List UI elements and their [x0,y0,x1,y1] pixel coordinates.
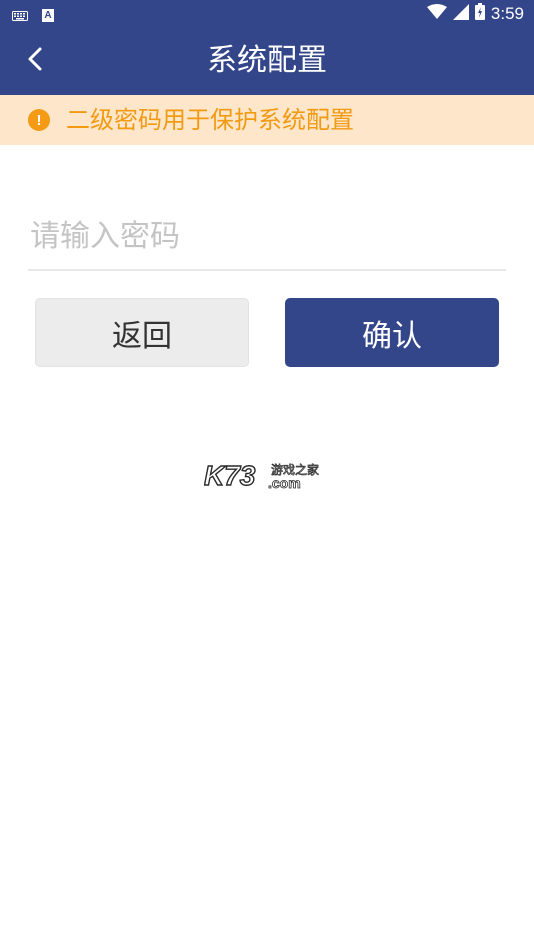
notice-banner: ! 二级密码用于保护系统配置 [0,95,534,145]
status-time: 3:59 [490,3,524,23]
a-notification-icon: A [42,9,54,22]
page-title: 系统配置 [207,43,327,78]
keyboard-icon [12,6,28,25]
notice-text: 二级密码用于保护系统配置 [66,106,354,134]
wifi-icon [426,3,447,24]
status-bar-right: 3:59 [426,3,524,24]
battery-icon [474,3,485,24]
warning-icon: ! [28,109,50,131]
signal-icon [452,3,469,24]
watermark-suffix: .com [268,475,301,491]
app-bar: 系统配置 [0,27,534,95]
back-button[interactable]: 返回 [35,298,249,367]
password-input[interactable] [28,208,506,264]
k73-watermark-logo: K73 游戏之家 .com [203,459,330,492]
status-bar-left: A [12,6,54,25]
confirm-button[interactable]: 确认 [285,298,499,367]
watermark-brand: K73 [204,460,256,491]
password-field-container [28,208,506,271]
status-bar: A 3:59 [0,0,534,27]
